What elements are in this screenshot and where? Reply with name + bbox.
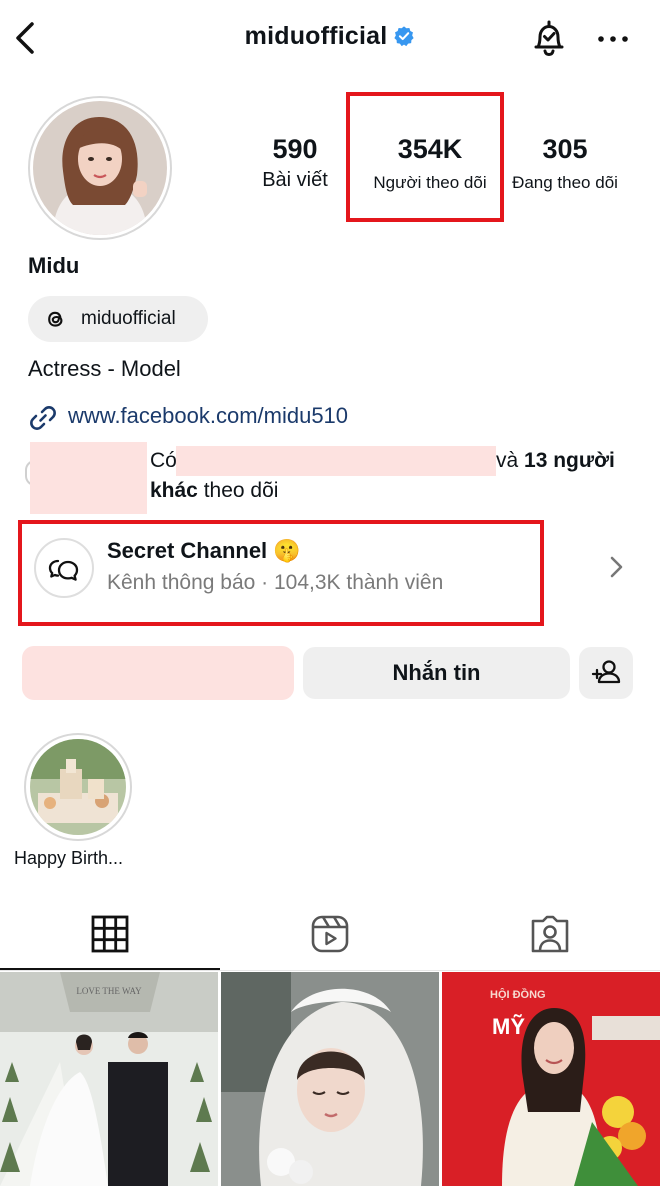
tab-reels[interactable] bbox=[308, 912, 352, 956]
highlight-cover-image bbox=[30, 739, 126, 835]
mutual-followers-line2[interactable]: khác theo dõi bbox=[150, 476, 278, 506]
stat-following[interactable]: 305 Đang theo dõi bbox=[500, 134, 630, 193]
username-title: miduofficial bbox=[244, 22, 388, 50]
post-image-bride-veil bbox=[221, 972, 439, 1186]
suggest-people-button[interactable] bbox=[579, 647, 633, 699]
bell-check-icon bbox=[534, 20, 564, 57]
tagged-icon bbox=[531, 915, 569, 953]
followers-annotation-box bbox=[346, 92, 504, 222]
posts-count: 590 bbox=[272, 134, 318, 164]
link-icon bbox=[30, 406, 56, 430]
bio-text: Actress - Model bbox=[28, 356, 181, 381]
post-image-wedding: LOVE THE WAY bbox=[0, 972, 218, 1186]
post-thumbnail[interactable] bbox=[221, 972, 439, 1186]
svg-text:MỸ: MỸ bbox=[492, 1014, 525, 1039]
message-button-label: Nhắn tin bbox=[392, 660, 481, 685]
svg-text:HỘI ĐỒNG: HỘI ĐỒNG bbox=[490, 988, 546, 1001]
chevron-right-icon[interactable] bbox=[606, 552, 626, 582]
threads-icon bbox=[48, 311, 63, 327]
story-highlight[interactable] bbox=[24, 733, 132, 841]
verified-badge-icon bbox=[394, 25, 414, 46]
redacted-mutual-avatars bbox=[30, 442, 147, 514]
avatar-image bbox=[33, 101, 167, 235]
profile-avatar[interactable] bbox=[28, 96, 172, 240]
tab-tagged[interactable] bbox=[528, 912, 572, 956]
story-highlight-label[interactable]: Happy Birth... bbox=[14, 848, 123, 869]
reels-icon bbox=[311, 915, 349, 953]
follow-button-redacted[interactable] bbox=[22, 646, 294, 700]
add-person-icon bbox=[591, 660, 621, 684]
mutual-followers-line1[interactable]: và 13 người bbox=[496, 446, 615, 476]
svg-text:LOVE THE WAY: LOVE THE WAY bbox=[76, 986, 142, 996]
redacted-mutual-names bbox=[176, 446, 496, 476]
post-thumbnail[interactable]: LOVE THE WAY bbox=[0, 972, 218, 1186]
top-bar: miduofficial bbox=[0, 0, 660, 80]
threads-badge[interactable]: miduofficial bbox=[28, 296, 208, 342]
message-button[interactable]: Nhắn tin bbox=[303, 647, 570, 699]
more-options-button[interactable] bbox=[596, 24, 630, 54]
mutual-followers-prefix: Có bbox=[150, 449, 177, 472]
notifications-button[interactable] bbox=[529, 18, 569, 58]
display-name: Midu bbox=[28, 253, 80, 278]
post-thumbnail[interactable]: HỘI ĐỒNG MỸ bbox=[442, 972, 660, 1186]
following-count: 305 bbox=[542, 134, 588, 164]
bio-link-text: www.facebook.com/midu510 bbox=[68, 403, 349, 428]
threads-handle: miduofficial bbox=[81, 308, 176, 329]
grid-icon bbox=[91, 915, 129, 953]
active-tab-indicator bbox=[0, 968, 220, 970]
posts-label: Bài viết bbox=[262, 169, 328, 191]
channel-annotation-box bbox=[18, 520, 544, 626]
more-horizontal-icon bbox=[598, 36, 628, 42]
post-image-event: HỘI ĐỒNG MỸ bbox=[442, 972, 660, 1186]
tabs-divider bbox=[0, 970, 660, 971]
tab-posts-grid[interactable] bbox=[88, 912, 132, 956]
stat-posts[interactable]: 590 Bài viết bbox=[245, 134, 345, 192]
following-label: Đang theo dõi bbox=[512, 173, 618, 192]
